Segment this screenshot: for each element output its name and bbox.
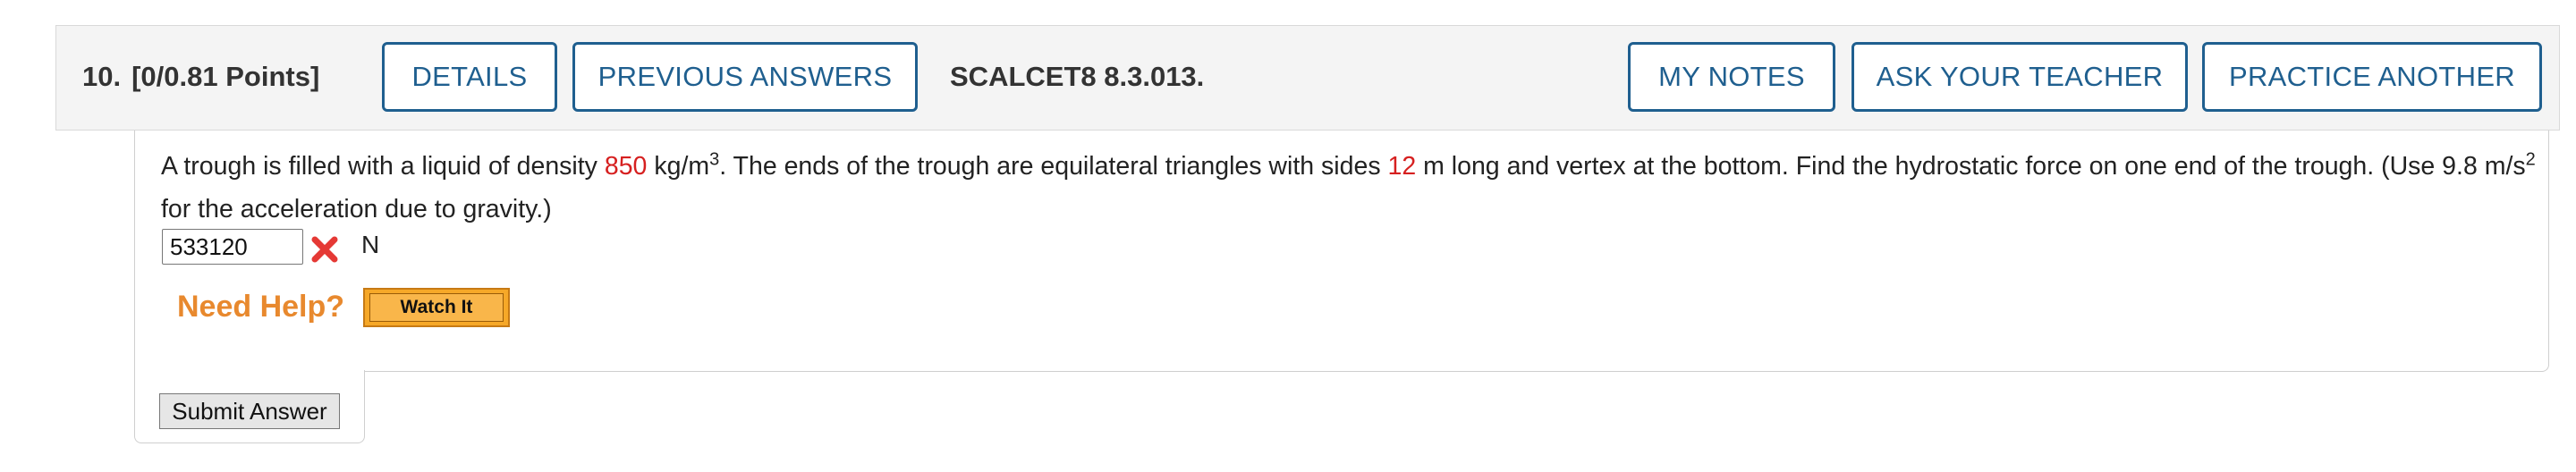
previous-answers-button[interactable]: PREVIOUS ANSWERS [572,42,918,112]
details-button[interactable]: DETAILS [382,42,557,112]
question-points: [0/0.81 Points] [131,61,320,92]
x-mark-icon [311,236,338,263]
ask-your-teacher-button[interactable]: ASK YOUR TEACHER [1852,42,2188,112]
superscript: 2 [2525,149,2536,170]
superscript: 3 [709,149,720,170]
density-value: 850 [604,152,648,181]
question-id: SCALCET8 8.3.013. [950,61,1205,92]
question-number-points: 10. [0/0.81 Points] [82,61,319,93]
question-text-part: kg/m [647,152,710,181]
question-number: 10. [82,61,122,92]
watch-it-label: Watch It [369,293,504,322]
question-text-part: m long and vertex at the bottom. Find th… [1416,152,2526,181]
submit-answer-button[interactable]: Submit Answer [159,393,340,429]
answer-unit: N [361,231,380,258]
question-text-part: A trough is filled with a liquid of dens… [161,152,605,181]
question-text-part: . The ends of the trough are equilateral… [719,152,1388,181]
my-notes-button[interactable]: MY NOTES [1628,42,1835,112]
tab-join [135,367,364,374]
question-text-part: for the acceleration due to gravity.) [161,195,552,223]
practice-another-button[interactable]: PRACTICE ANOTHER [2202,42,2542,112]
side-length-value: 12 [1387,152,1417,181]
question-text: A trough is filled with a liquid of dens… [161,145,2558,231]
answer-input[interactable] [162,229,303,265]
watch-it-button[interactable]: Watch It [363,288,510,327]
need-help-label: Need Help? [177,290,345,324]
